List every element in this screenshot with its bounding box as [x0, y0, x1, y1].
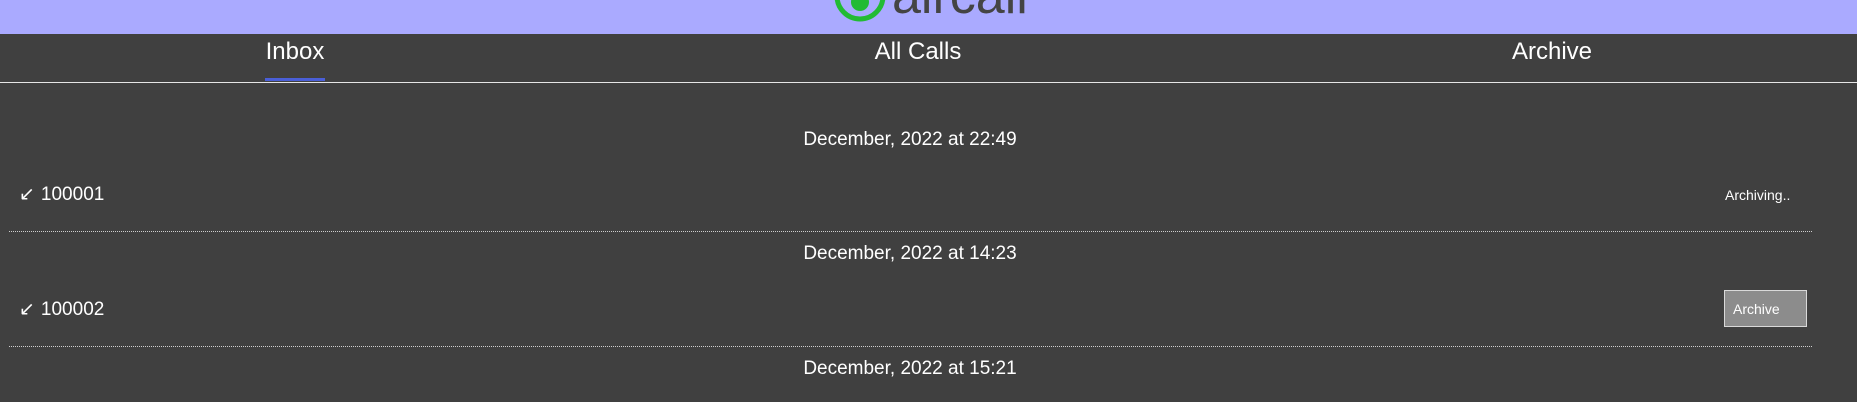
row-divider: [9, 231, 1812, 232]
call-number: 100001: [40, 184, 105, 205]
aircall-logo[interactable]: aircall: [834, 0, 1028, 26]
call-date: December, 2022 at 22:49: [803, 129, 1017, 150]
phone-logo-icon: [834, 0, 886, 22]
incoming-arrow-icon: ↙: [19, 299, 35, 320]
tab-bar: Inbox All Calls Archive: [0, 34, 1857, 83]
call-row[interactable]: ↙ 100001: [19, 184, 104, 206]
tab-inbox[interactable]: Inbox: [115, 34, 475, 70]
incoming-arrow-icon: ↙: [19, 184, 35, 205]
app-header: aircall: [0, 0, 1857, 34]
logo-text: aircall: [892, 0, 1028, 22]
active-tab-indicator: [265, 78, 325, 81]
call-number: 100002: [40, 299, 105, 320]
call-date: December, 2022 at 15:21: [803, 358, 1017, 379]
archive-button[interactable]: Archive: [1724, 290, 1807, 327]
tab-all-calls[interactable]: All Calls: [738, 34, 1098, 70]
archiving-status: Archiving..: [1725, 187, 1791, 203]
call-date: December, 2022 at 14:23: [803, 243, 1017, 264]
tab-archive[interactable]: Archive: [1372, 34, 1732, 70]
row-divider: [9, 346, 1812, 347]
call-row[interactable]: ↙ 100002: [19, 299, 104, 321]
